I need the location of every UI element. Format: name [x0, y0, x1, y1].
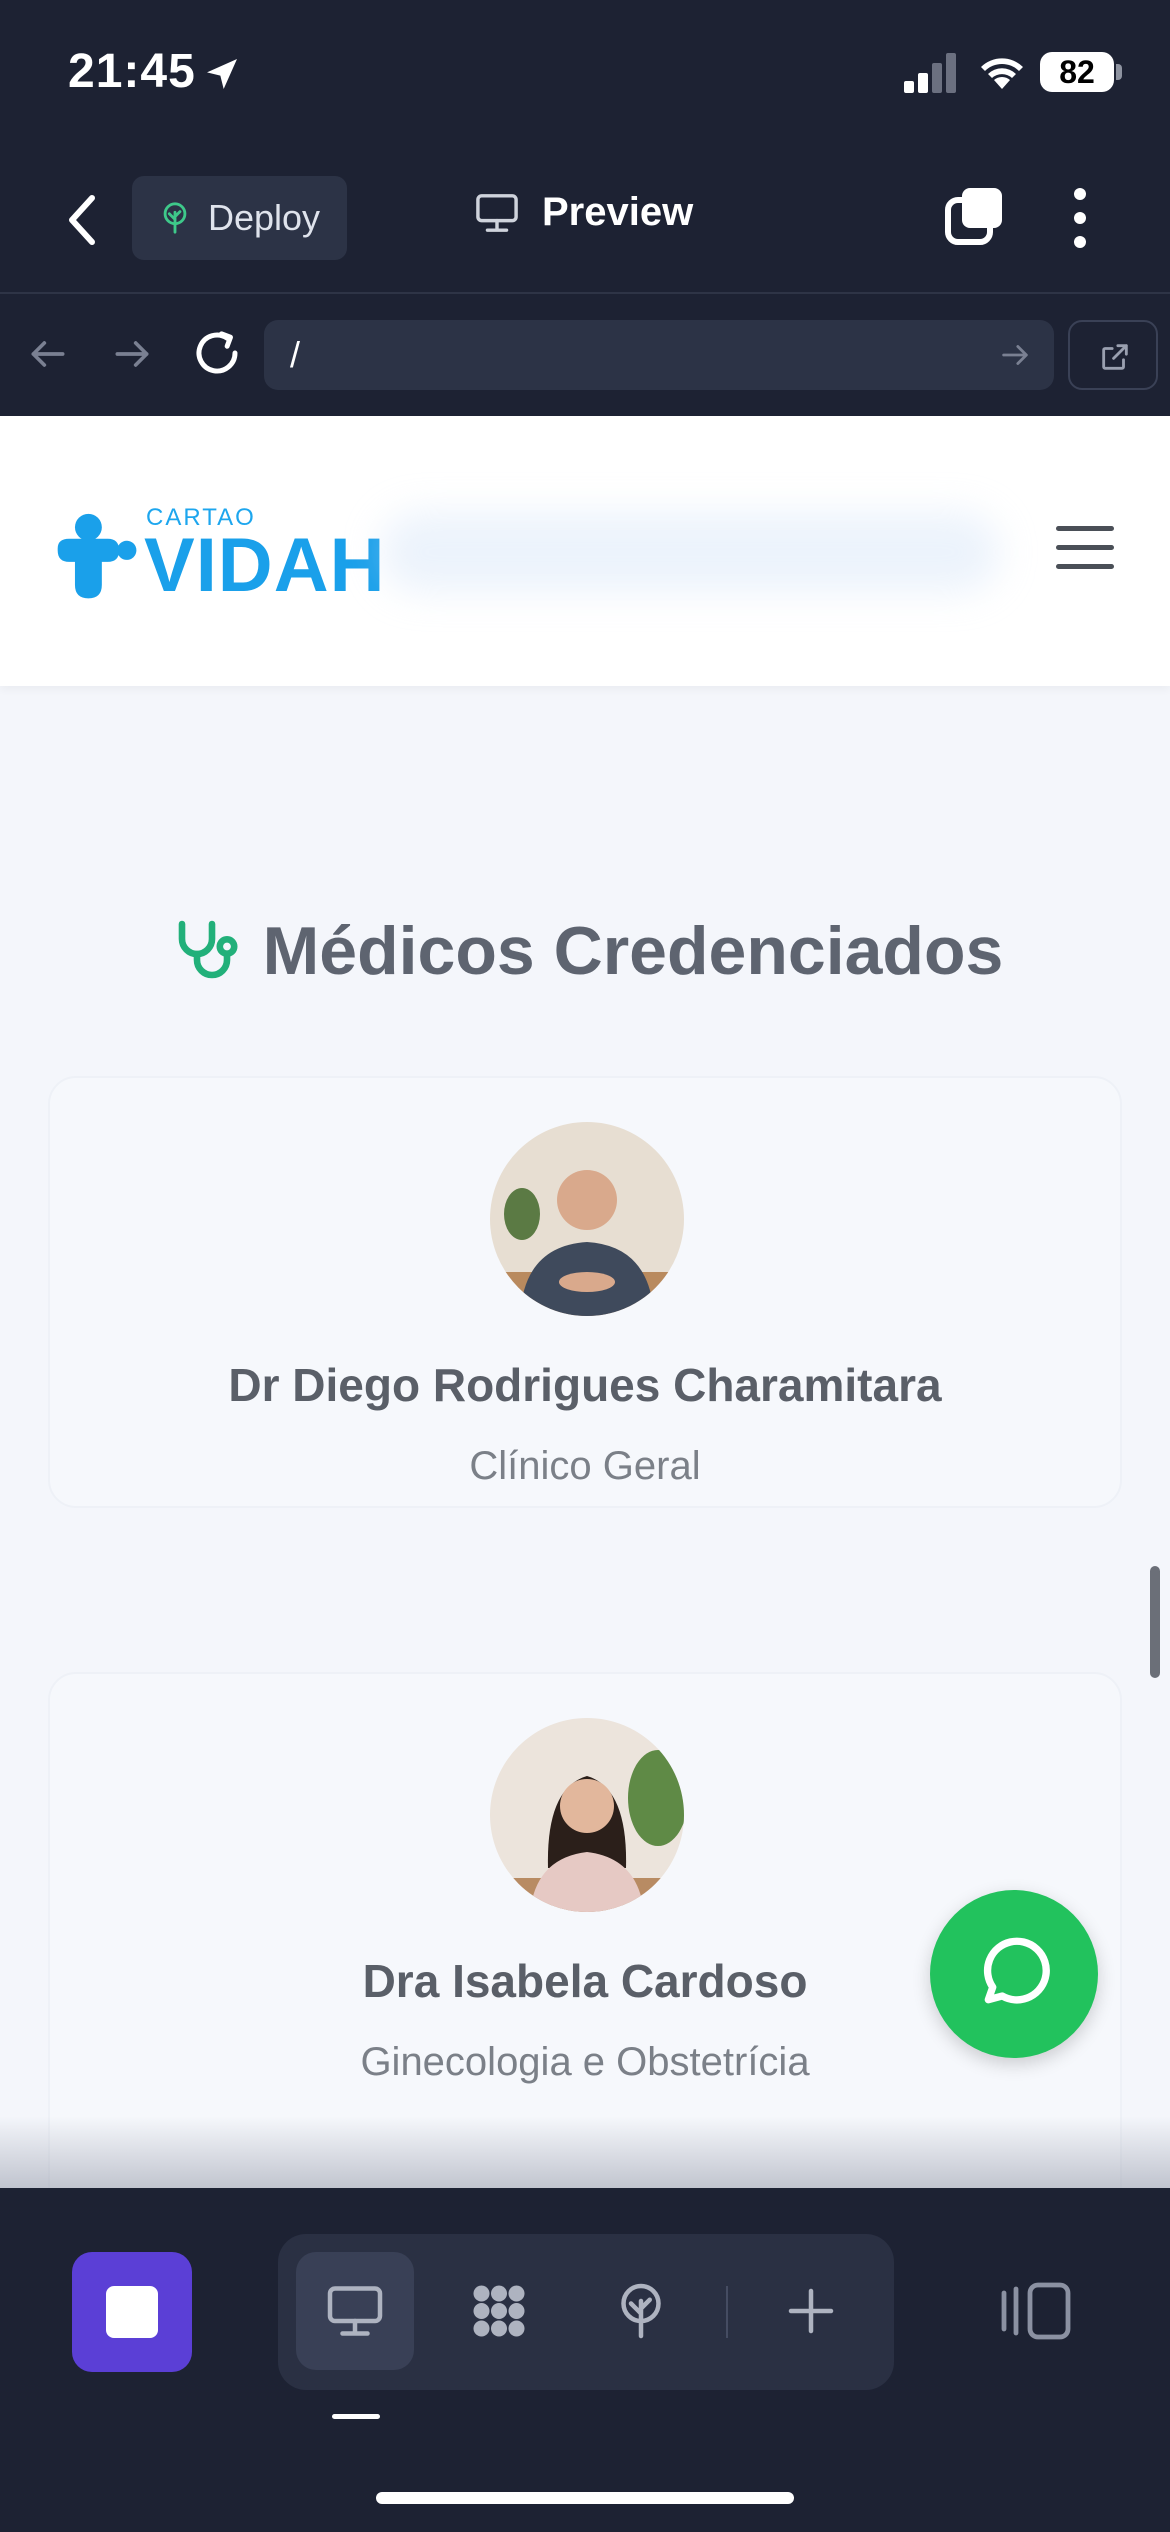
- toolbar-divider: [726, 2286, 728, 2338]
- doctor-card[interactable]: Dr Diego Rodrigues Charamitara Clínico G…: [48, 1076, 1122, 1508]
- preview-label: Preview: [542, 190, 694, 234]
- doctor-avatar: [490, 1718, 684, 1912]
- chevron-left-icon[interactable]: [60, 190, 108, 250]
- tabs-icon[interactable]: [942, 184, 1006, 248]
- doctor-name: Dr Diego Rodrigues Charamitara: [228, 1359, 942, 1411]
- arrow-right-icon[interactable]: [110, 332, 154, 376]
- web-preview: CARTAO VIDAH Médicos Credenciados Dr Die…: [0, 416, 1170, 2188]
- location-arrow-icon: [207, 59, 237, 89]
- battery-icon: 82: [1040, 52, 1114, 92]
- logo-big-text: VIDAH: [144, 523, 386, 608]
- url-input[interactable]: /: [264, 320, 1054, 390]
- go-arrow-icon[interactable]: [998, 338, 1032, 372]
- doctor-specialty: Ginecologia e Obstetrícia: [360, 2040, 810, 2084]
- deploy-tree-icon: [163, 202, 187, 234]
- external-link-icon: [1102, 344, 1128, 370]
- menu-icon[interactable]: [1056, 526, 1114, 576]
- url-text: /: [290, 334, 301, 375]
- more-vertical-icon[interactable]: [1060, 186, 1100, 250]
- browser-toolbar: /: [0, 296, 1170, 416]
- app-header: Deploy Preview: [0, 150, 1170, 294]
- deploy-tree-icon: [621, 2283, 661, 2339]
- panel-icon[interactable]: [1000, 2280, 1072, 2342]
- active-tab-indicator: [332, 2414, 380, 2419]
- section-title-text: Médicos Credenciados: [262, 913, 1004, 989]
- monitor-icon: [476, 193, 518, 232]
- battery-tip: [1116, 64, 1122, 80]
- view-switcher: [278, 2234, 894, 2390]
- stop-icon: [106, 2286, 158, 2338]
- apps-view-button[interactable]: [440, 2252, 558, 2370]
- doctor-specialty: Clínico Geral: [469, 1444, 701, 1488]
- plus-icon: [788, 2288, 834, 2334]
- preview-view-button[interactable]: [296, 2252, 414, 2370]
- apps-grid-icon: [473, 2285, 525, 2337]
- deploy-button[interactable]: Deploy: [132, 176, 347, 260]
- deploy-label: Deploy: [208, 197, 321, 238]
- section-title: Médicos Credenciados: [0, 912, 1170, 990]
- bottom-fade: [0, 2116, 1170, 2188]
- header-blur-decoration: [380, 512, 1000, 592]
- wifi-icon: [981, 58, 1023, 89]
- site-header: CARTAO VIDAH: [0, 416, 1170, 686]
- whatsapp-button[interactable]: [930, 1890, 1098, 2058]
- status-time: 21:45: [68, 45, 196, 98]
- status-bar: 21:45 82: [0, 0, 1170, 150]
- stethoscope-icon: [178, 920, 238, 979]
- signal-icon: [904, 53, 956, 93]
- home-indicator: [376, 2492, 794, 2504]
- bottom-toolbar: [0, 2188, 1170, 2532]
- logo-cross-icon: [57, 513, 137, 599]
- open-external-button[interactable]: [1068, 320, 1158, 390]
- whatsapp-icon: [983, 1937, 1050, 2004]
- doctor-avatar: [490, 1122, 684, 1316]
- reload-icon[interactable]: [190, 326, 244, 380]
- monitor-icon: [327, 2286, 383, 2336]
- add-button[interactable]: [752, 2252, 870, 2370]
- deploy-view-button[interactable]: [582, 2252, 700, 2370]
- scrollbar[interactable]: [1150, 1566, 1160, 1678]
- preview-tab[interactable]: Preview: [474, 190, 693, 235]
- arrow-left-icon[interactable]: [26, 332, 70, 376]
- stop-button[interactable]: [72, 2252, 192, 2372]
